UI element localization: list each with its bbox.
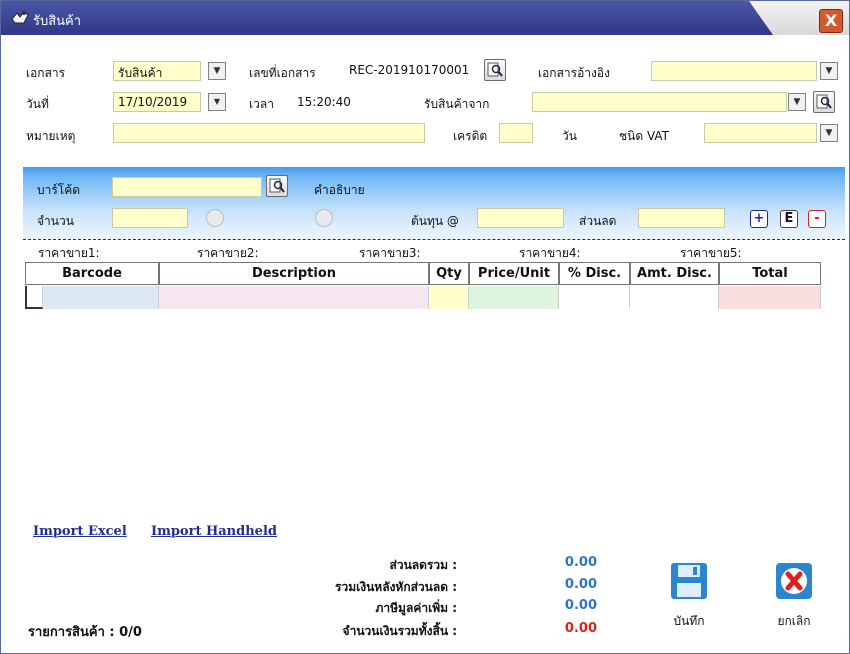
supplier-field[interactable] xyxy=(532,92,787,112)
time-value: 15:20:40 xyxy=(297,95,351,109)
close-button[interactable]: X xyxy=(819,9,843,33)
column-header-percent-disc[interactable]: % Disc. xyxy=(559,262,630,285)
grand-total-label: จำนวนเงินรวมทั้งสิ้น : xyxy=(342,624,457,638)
barcode-input[interactable] xyxy=(112,177,262,197)
receive-goods-window: รับสินค้า X เอกสาร รับสินค้า ▼ เลขที่เอก… xyxy=(0,0,850,654)
after-discount-label: รวมเงินหลังหักส่วนลด : xyxy=(335,580,457,594)
vat-type-field[interactable] xyxy=(704,123,817,143)
quantity-input[interactable] xyxy=(112,208,188,228)
sale-price-5-label: ราคาขาย5: xyxy=(680,246,742,260)
column-header-amount-disc[interactable]: Amt. Disc. xyxy=(630,262,719,285)
sale-price-1-label: ราคาขาย1: xyxy=(38,246,100,260)
reference-label: เอกสารอ้างอิง xyxy=(538,66,610,80)
discount-total-value: 0.00 xyxy=(564,555,597,570)
sale-price-4-label: ราคาขาย4: xyxy=(519,246,581,260)
date-picker-button[interactable]: ▼ xyxy=(208,93,226,111)
item-discount-input[interactable] xyxy=(638,208,725,228)
cell-amount-disc[interactable] xyxy=(630,286,719,309)
divider xyxy=(23,239,845,240)
app-icon xyxy=(11,10,29,24)
cell-total[interactable] xyxy=(719,286,821,309)
reference-dropdown[interactable]: ▼ xyxy=(820,62,838,80)
date-label: วันที่ xyxy=(26,97,49,111)
cell-percent-disc[interactable] xyxy=(559,286,630,309)
time-label: เวลา xyxy=(249,97,274,111)
description-label: คำอธิบาย xyxy=(314,183,365,197)
document-type-dropdown[interactable]: ▼ xyxy=(208,62,226,80)
days-label: วัน xyxy=(562,129,577,143)
vat-amount-label: ภาษีมูลค่าเพิ่ม : xyxy=(375,601,458,615)
option-radio-2[interactable] xyxy=(315,209,333,227)
vat-type-dropdown[interactable]: ▼ xyxy=(820,124,838,142)
item-count: รายการสินค้า : 0/0 xyxy=(28,625,142,640)
note-label: หมายเหตุ xyxy=(26,129,76,143)
window-title: รับสินค้า xyxy=(33,14,82,29)
quantity-label: จำนวน xyxy=(37,214,74,228)
grand-total-value: 0.00 xyxy=(564,621,597,636)
option-radio-1[interactable] xyxy=(206,209,224,227)
column-header-qty[interactable]: Qty xyxy=(429,262,469,285)
unit-cost-label: ต้นทุน @ xyxy=(411,214,459,228)
column-header-barcode[interactable]: Barcode xyxy=(25,262,159,285)
credit-days-field[interactable] xyxy=(499,123,533,143)
docno-search-button[interactable] xyxy=(484,59,506,81)
supplier-search-button[interactable] xyxy=(813,91,835,113)
cancel-icon xyxy=(776,563,812,599)
discount-total-label: ส่วนลดรวม : xyxy=(389,558,457,572)
vat-type-label: ชนิด VAT xyxy=(619,129,670,143)
sale-price-3-label: ราคาขาย3: xyxy=(359,246,421,260)
vat-amount-value: 0.00 xyxy=(564,598,597,613)
after-discount-value: 0.00 xyxy=(564,577,597,592)
save-label: บันทึก xyxy=(673,614,705,628)
edit-item-button[interactable]: E xyxy=(780,210,798,228)
barcode-search-button[interactable] xyxy=(266,175,288,197)
unit-cost-input[interactable] xyxy=(477,208,564,228)
remove-item-button[interactable]: - xyxy=(808,210,826,228)
item-discount-label: ส่วนลด xyxy=(579,214,617,228)
barcode-label: บาร์โค้ด xyxy=(37,183,81,197)
document-type-field[interactable]: รับสินค้า xyxy=(113,61,201,81)
cell-price-unit[interactable] xyxy=(469,286,559,309)
reference-field[interactable] xyxy=(651,61,817,81)
cell-description[interactable] xyxy=(159,286,429,309)
search-icon xyxy=(816,94,832,109)
docno-label: เลขที่เอกสาร xyxy=(249,66,316,80)
supplier-dropdown[interactable]: ▼ xyxy=(788,93,806,111)
cell-barcode[interactable] xyxy=(43,286,159,309)
cancel-label: ยกเลิก xyxy=(777,614,811,628)
column-header-total[interactable]: Total xyxy=(719,262,821,285)
save-icon xyxy=(671,563,707,599)
cell-qty[interactable] xyxy=(429,286,469,309)
note-field[interactable] xyxy=(113,123,425,143)
column-header-description[interactable]: Description xyxy=(159,262,429,285)
docno-field[interactable]: REC-201910170001 xyxy=(345,61,481,81)
search-icon xyxy=(487,62,503,77)
sale-price-2-label: ราคาขาย2: xyxy=(197,246,259,260)
add-item-button[interactable]: + xyxy=(750,210,768,228)
save-button[interactable]: บันทึก xyxy=(657,561,721,633)
document-label: เอกสาร xyxy=(26,66,66,80)
import-handheld-link[interactable]: Import Handheld xyxy=(151,524,277,539)
supplier-label: รับสินค้าจาก xyxy=(424,97,490,111)
row-selector[interactable] xyxy=(25,286,43,309)
title-bar: รับสินค้า X xyxy=(1,1,849,35)
column-header-price-unit[interactable]: Price/Unit xyxy=(469,262,559,285)
date-field[interactable]: 17/10/2019 xyxy=(113,92,201,112)
credit-label: เครดิต xyxy=(453,129,488,143)
search-icon xyxy=(269,178,285,193)
cancel-button[interactable]: ยกเลิก xyxy=(762,561,826,633)
import-excel-link[interactable]: Import Excel xyxy=(33,524,127,539)
